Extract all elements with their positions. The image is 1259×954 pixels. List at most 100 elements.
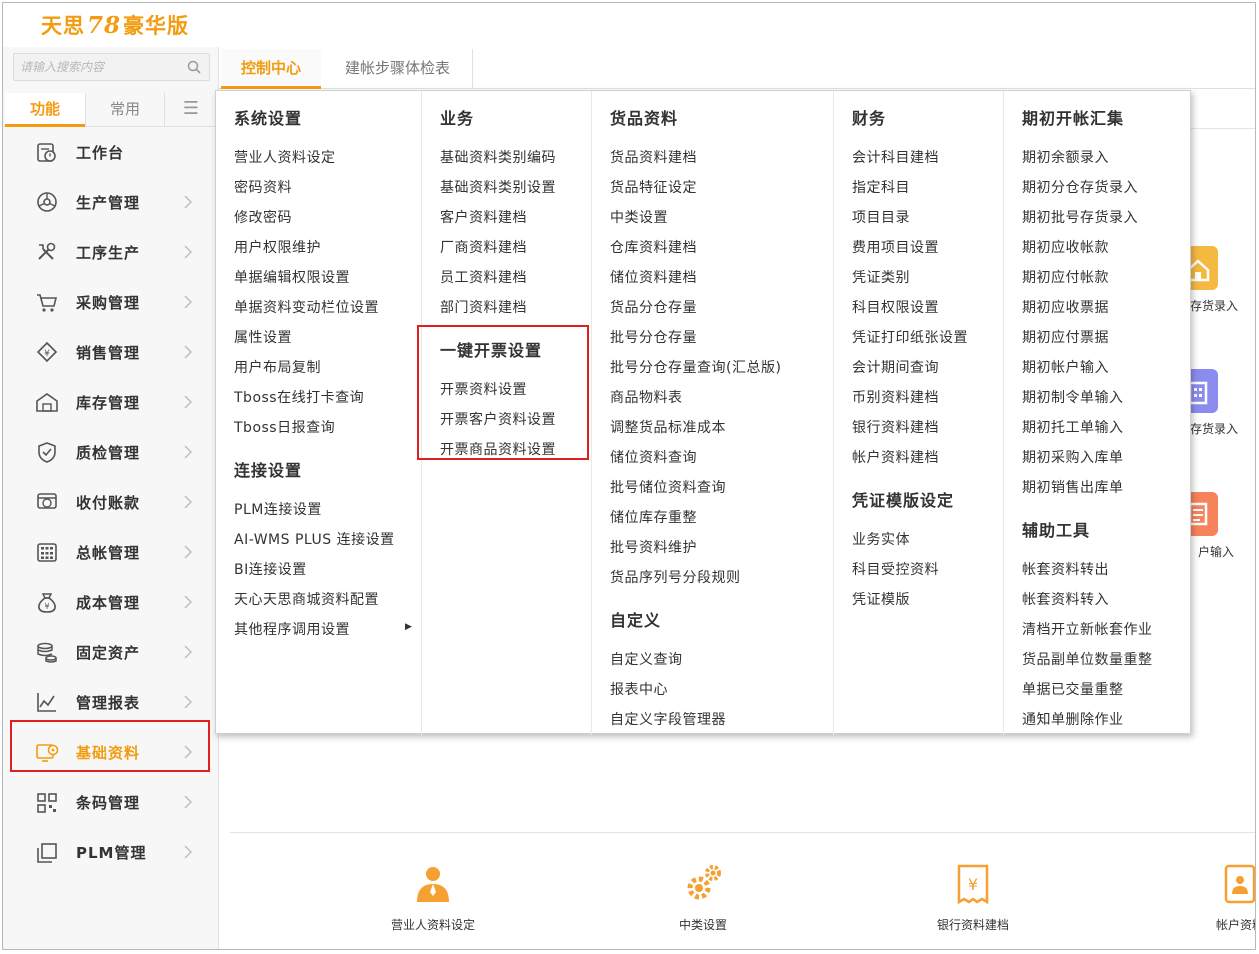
menu-group-title: 业务 [440,109,475,128]
menu-item[interactable]: 费用项目设置 [852,237,939,257]
menu-item[interactable]: Tboss在线打卡查询 [234,387,364,407]
menu-item[interactable]: PLM连接设置 [234,499,322,519]
menu-item[interactable]: 基础资料类别设置 [440,177,556,197]
chevron-right-icon [184,495,192,509]
menu-item[interactable]: 期初制令单输入 [1022,387,1124,407]
sidebar-item[interactable]: ¥ 成本管理 [3,577,219,627]
menu-item[interactable]: 批号分仓存量 [610,327,697,347]
menu-item[interactable]: 凭证打印纸张设置 [852,327,968,347]
search-icon[interactable] [187,60,201,74]
sidebar-item[interactable]: ¥ 销售管理 [3,327,219,377]
menu-item[interactable]: 帐户资料建档 [852,447,939,467]
menu-item[interactable]: 客户资料建档 [440,207,527,227]
menu-item[interactable]: 货品资料建档 [610,147,697,167]
menu-item[interactable]: 部门资料建档 [440,297,527,317]
menu-item[interactable]: 天心天思商城资料配置 [234,589,379,609]
sidebar-item-label: 库存管理 [76,393,141,412]
menu-item[interactable]: 帐套资料转出 [1022,559,1109,579]
menu-item[interactable]: 调整货品标准成本 [610,417,726,437]
sidebar-item[interactable]: 收付账款 [3,477,219,527]
shortcut-category[interactable]: 中类设置 [643,862,763,933]
menu-item[interactable]: 储位资料查询 [610,447,697,467]
menu-item[interactable]: 期初应收票据 [1022,297,1109,317]
menu-item[interactable]: 期初销售出库单 [1022,477,1124,497]
menu-item[interactable]: 用户布局复制 [234,357,321,377]
menu-item[interactable]: 储位资料建档 [610,267,697,287]
menu-item[interactable]: 单据资料变动栏位设置 [234,297,379,317]
menu-item[interactable]: 期初应付票据 [1022,327,1109,347]
menu-item[interactable]: 帐套资料转入 [1022,589,1109,609]
tab-common[interactable]: 常用 [85,93,165,127]
menu-item[interactable]: 期初批号存货录入 [1022,207,1138,227]
sidebar-item[interactable]: 工序生产 [3,227,219,277]
menu-item[interactable]: 期初余额录入 [1022,147,1109,167]
tab-control-center[interactable]: 控制中心 [221,49,321,89]
menu-item[interactable]: 单据编辑权限设置 [234,267,350,287]
menu-item[interactable]: 基础资料类别编码 [440,147,556,167]
menu-item[interactable]: 期初分仓存货录入 [1022,177,1138,197]
sidebar-item[interactable]: 生产管理 [3,177,219,227]
sidebar-item[interactable]: 固定资产 [3,627,219,677]
sidebar-item[interactable]: 库存管理 [3,377,219,427]
shortcut-account[interactable]: 帐户资料 [1180,862,1255,933]
menu-item[interactable]: BI连接设置 [234,559,307,579]
menu-item[interactable]: 批号分仓存量查询(汇总版) [610,357,781,377]
menu-item[interactable]: 科目权限设置 [852,297,939,317]
menu-item[interactable]: 自定义字段管理器 [610,709,726,729]
menu-item[interactable]: 期初托工单输入 [1022,417,1124,437]
sidebar-item[interactable]: 采购管理 [3,277,219,327]
menu-item[interactable]: 货品分仓存量 [610,297,697,317]
menu-item[interactable]: 营业人资料设定 [234,147,336,167]
menu-item[interactable]: 业务实体 [852,529,910,549]
menu-item[interactable]: 自定义查询 [610,649,683,669]
menu-item[interactable]: 仓库资料建档 [610,237,697,257]
menu-item[interactable]: 储位库存重整 [610,507,697,527]
menu-item[interactable]: 货品特征设定 [610,177,697,197]
menu-item[interactable]: 期初应收帐款 [1022,237,1109,257]
menu-item[interactable]: 会计期间查询 [852,357,939,377]
menu-item[interactable]: 其他程序调用设置 [234,619,350,639]
menu-item[interactable]: 期初帐户输入 [1022,357,1109,377]
menu-item[interactable]: 期初应付帐款 [1022,267,1109,287]
menu-item[interactable]: 项目目录 [852,207,910,227]
sidebar-item[interactable]: PLM管理 [3,827,219,877]
menu-item[interactable]: 属性设置 [234,327,292,347]
sidebar-item[interactable]: 质检管理 [3,427,219,477]
menu-item[interactable]: 中类设置 [610,207,668,227]
menu-item[interactable]: 商品物料表 [610,387,683,407]
menu-item[interactable]: 期初采购入库单 [1022,447,1124,467]
menu-item[interactable]: 币别资料建档 [852,387,939,407]
hamburger-menu-icon[interactable]: ☰ [173,93,209,127]
shortcut-label: 户输入 [1198,545,1235,559]
menu-item[interactable]: 银行资料建档 [852,417,939,437]
menu-item[interactable]: 员工资料建档 [440,267,527,287]
sidebar-item[interactable]: 工作台 [3,127,219,177]
menu-item[interactable]: 清档开立新帐套作业 [1022,619,1153,639]
menu-item[interactable]: 指定科目 [852,177,910,197]
menu-item[interactable]: 厂商资料建档 [440,237,527,257]
menu-item[interactable]: 用户权限维护 [234,237,321,257]
chevron-right-icon [184,645,192,659]
tab-functions[interactable]: 功能 [5,93,85,127]
menu-item[interactable]: AI-WMS PLUS 连接设置 [234,529,395,549]
menu-item[interactable]: 单据已交量重整 [1022,679,1124,699]
shortcut-business-info[interactable]: 营业人资料设定 [373,862,493,933]
menu-item[interactable]: 凭证类别 [852,267,910,287]
menu-item[interactable]: 会计科目建档 [852,147,939,167]
menu-item[interactable]: 报表中心 [610,679,668,699]
sidebar-item[interactable]: 条码管理 [3,777,219,827]
menu-item[interactable]: 凭证模版 [852,589,910,609]
menu-item[interactable]: 批号资料维护 [610,537,697,557]
shortcut-bank[interactable]: ¥ 银行资料建档 [913,862,1033,933]
menu-item[interactable]: 货品副单位数量重整 [1022,649,1153,669]
menu-item[interactable]: Tboss日报查询 [234,417,335,437]
search-input[interactable] [14,54,174,80]
tab-setup-checklist[interactable]: 建帐步骤体检表 [323,49,473,89]
menu-item[interactable]: 货品序列号分段规则 [610,567,741,587]
menu-item[interactable]: 批号储位资料查询 [610,477,726,497]
sidebar-item[interactable]: 总帐管理 [3,527,219,577]
menu-item[interactable]: 科目受控资料 [852,559,939,579]
menu-item[interactable]: 密码资料 [234,177,292,197]
menu-item[interactable]: 修改密码 [234,207,292,227]
menu-item[interactable]: 通知单删除作业 [1022,709,1124,729]
